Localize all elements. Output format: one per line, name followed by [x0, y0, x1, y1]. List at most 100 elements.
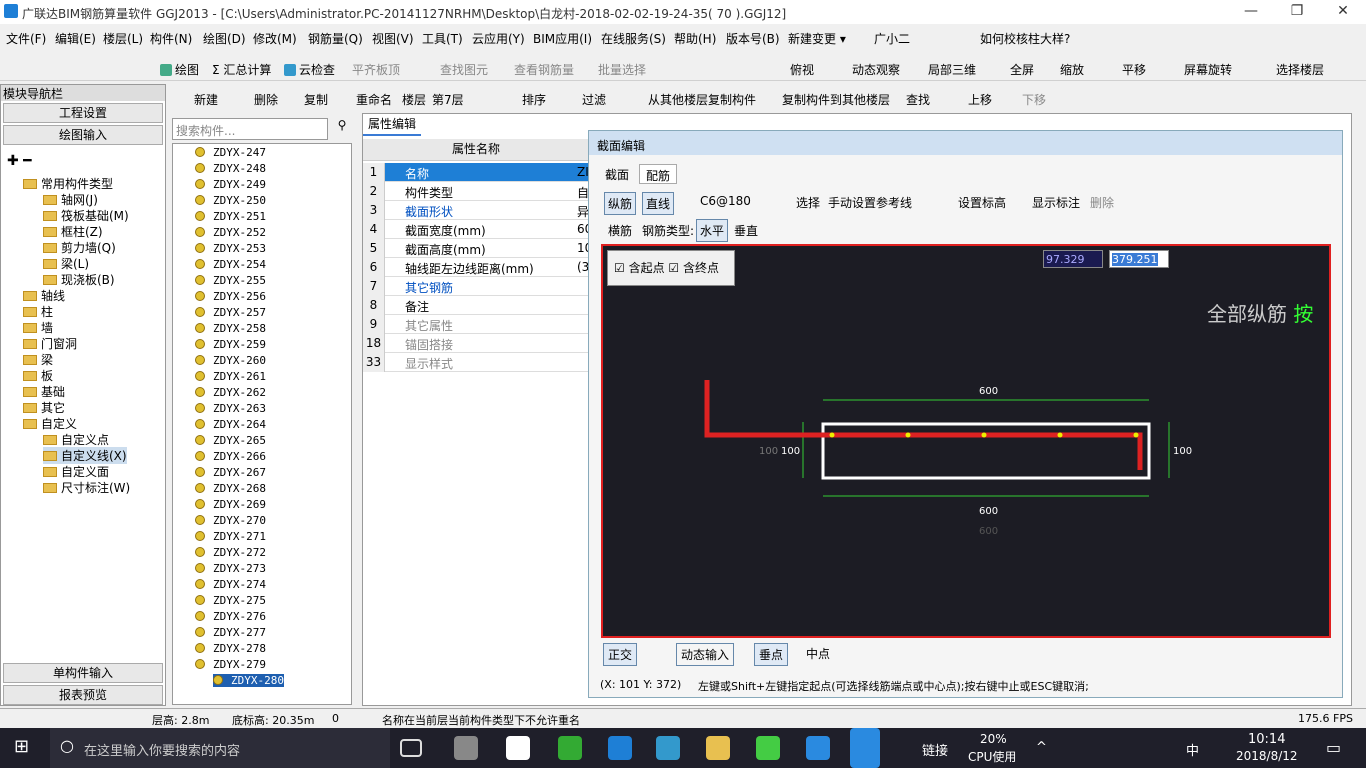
- level-slab-button[interactable]: 平齐板顶: [352, 61, 400, 78]
- menu-item[interactable]: 版本号(B): [726, 30, 780, 47]
- set-elevation-button[interactable]: 设置标高: [958, 194, 1006, 211]
- component-list-item[interactable]: ZDYX-251: [195, 210, 266, 223]
- zoom-button[interactable]: 缩放: [1060, 61, 1084, 78]
- component-list-item[interactable]: ZDYX-259: [195, 338, 266, 351]
- tree-item[interactable]: 梁: [23, 351, 53, 368]
- midpoint-button[interactable]: 中点: [806, 645, 830, 662]
- tree-item[interactable]: 墙: [23, 319, 53, 336]
- select-button[interactable]: 选择: [796, 194, 820, 211]
- property-row[interactable]: 9 其它属性: [363, 315, 589, 334]
- transverse-rebar-label[interactable]: 横筋: [608, 222, 632, 239]
- property-row[interactable]: 8 备注: [363, 296, 589, 315]
- show-marks-button[interactable]: 显示标注: [1032, 194, 1080, 211]
- longitudinal-rebar-button[interactable]: 纵筋: [604, 192, 637, 215]
- notification-icon[interactable]: ▭: [1326, 738, 1341, 757]
- taskbar-search[interactable]: ○ 在这里输入你要搜索的内容: [50, 728, 390, 768]
- menu-item[interactable]: 云应用(Y): [472, 30, 525, 47]
- property-row[interactable]: 7 其它钢筋: [363, 277, 589, 296]
- component-list-item[interactable]: ZDYX-268: [195, 482, 266, 495]
- component-list-item[interactable]: ZDYX-260: [195, 354, 266, 367]
- component-list-item[interactable]: ZDYX-280: [213, 674, 284, 687]
- menu-item[interactable]: 构件(N): [150, 30, 192, 47]
- file-explorer-icon[interactable]: [706, 736, 730, 760]
- edge-icon[interactable]: [608, 736, 632, 760]
- component-list-item[interactable]: ZDYX-279: [195, 658, 266, 671]
- tree-item[interactable]: 常用构件类型: [23, 175, 113, 192]
- select-floor-button[interactable]: 选择楼层: [1276, 61, 1324, 78]
- pan-button[interactable]: 平移: [1122, 61, 1146, 78]
- single-input-button[interactable]: 单构件输入: [3, 663, 163, 683]
- view-rebar-button[interactable]: 查看钢筋量: [514, 61, 574, 78]
- component-list-item[interactable]: ZDYX-273: [195, 562, 266, 575]
- rename-button[interactable]: 重命名: [356, 91, 392, 108]
- tree-item[interactable]: 轴网(J): [43, 191, 98, 208]
- tree-item[interactable]: 自定义点: [43, 431, 109, 448]
- tab-rebar[interactable]: 配筋: [639, 164, 678, 184]
- qq-browser-icon[interactable]: [558, 736, 582, 760]
- menu-item[interactable]: 视图(V): [372, 30, 414, 47]
- sort-button[interactable]: 排序: [522, 91, 546, 108]
- find-element-button[interactable]: 查找图元: [440, 61, 488, 78]
- delete-button[interactable]: 删除: [254, 91, 278, 108]
- project-settings-button[interactable]: 工程设置: [3, 103, 163, 123]
- top-view-button[interactable]: 俯视: [790, 61, 814, 78]
- tree-item[interactable]: 基础: [23, 383, 65, 400]
- tree-item[interactable]: 现浇板(B): [43, 271, 115, 288]
- menu-help-link[interactable]: 如何校核柱大样?: [980, 30, 1070, 47]
- tree-item[interactable]: 自定义: [23, 415, 77, 432]
- find-button[interactable]: 查找: [906, 91, 930, 108]
- dialog-delete-button[interactable]: 删除: [1090, 194, 1114, 211]
- tree-item[interactable]: 尺寸标注(W): [43, 479, 130, 496]
- ortho-button[interactable]: 正交: [603, 643, 638, 666]
- component-list-item[interactable]: ZDYX-258: [195, 322, 266, 335]
- ie-edge-icon[interactable]: [506, 736, 530, 760]
- expand-collapse-icons[interactable]: ✚ ━: [7, 153, 32, 169]
- property-row[interactable]: 5 截面高度(mm) 10: [363, 239, 589, 258]
- component-list-item[interactable]: ZDYX-263: [195, 402, 266, 415]
- manual-ref-line-button[interactable]: 手动设置参考线: [828, 194, 912, 211]
- component-list-item[interactable]: ZDYX-267: [195, 466, 266, 479]
- property-row[interactable]: 18 锚固搭接: [363, 334, 589, 353]
- menu-item[interactable]: 修改(M): [253, 30, 297, 47]
- component-list-item[interactable]: ZDYX-278: [195, 642, 266, 655]
- copy-button[interactable]: 复制: [304, 91, 328, 108]
- property-row[interactable]: 1 名称 ZI: [363, 163, 589, 182]
- floor-select[interactable]: 第7层: [432, 91, 464, 108]
- cloud-check-button[interactable]: 云检查: [284, 61, 335, 78]
- tree-item[interactable]: 其它: [23, 399, 65, 416]
- component-list-item[interactable]: ZDYX-247: [195, 146, 266, 159]
- tree-item[interactable]: 梁(L): [43, 255, 89, 272]
- property-row[interactable]: 3 截面形状异: [363, 201, 589, 220]
- component-list-item[interactable]: ZDYX-248: [195, 162, 266, 175]
- link-label[interactable]: 链接: [922, 740, 948, 759]
- tab-section[interactable]: 截面: [599, 164, 635, 184]
- clock-time[interactable]: 10:14: [1248, 732, 1285, 747]
- move-up-button[interactable]: 上移: [968, 91, 992, 108]
- tab-property-edit[interactable]: 属性编辑: [363, 114, 421, 136]
- component-list-item[interactable]: ZDYX-270: [195, 514, 266, 527]
- component-list-item[interactable]: ZDYX-256: [195, 290, 266, 303]
- tree-item[interactable]: 轴线: [23, 287, 65, 304]
- minimize-button[interactable]: —: [1228, 0, 1274, 24]
- tray-chevron-icon[interactable]: ^: [1036, 740, 1047, 755]
- component-list-item[interactable]: ZDYX-264: [195, 418, 266, 431]
- copy-from-floor-button[interactable]: 从其他楼层复制构件: [648, 91, 756, 108]
- fullscreen-button[interactable]: 全屏: [1010, 61, 1034, 78]
- component-list-item[interactable]: ZDYX-254: [195, 258, 266, 271]
- property-row[interactable]: 2 构件类型自: [363, 182, 589, 201]
- task-view-icon[interactable]: [400, 739, 422, 757]
- tree-item[interactable]: 剪力墙(Q): [43, 239, 116, 256]
- fan-app-icon[interactable]: [454, 736, 478, 760]
- component-list-item[interactable]: ZDYX-253: [195, 242, 266, 255]
- tree-item[interactable]: 筏板基础(M): [43, 207, 129, 224]
- search-input[interactable]: 搜索构件...: [172, 118, 328, 140]
- menu-item[interactable]: 广小二: [874, 30, 910, 47]
- component-list-item[interactable]: ZDYX-266: [195, 450, 266, 463]
- local-3d-button[interactable]: 局部三维: [928, 61, 976, 78]
- dynamic-input-button[interactable]: 动态输入: [676, 643, 735, 666]
- drawing-canvas[interactable]: ☑ 含起点 ☑ 含终点 97.329 379.251 全部纵筋 按 600 60…: [601, 244, 1331, 638]
- component-list-item[interactable]: ZDYX-252: [195, 226, 266, 239]
- menu-item[interactable]: 在线服务(S): [601, 30, 666, 47]
- menu-item[interactable]: 编辑(E): [55, 30, 96, 47]
- menu-item[interactable]: 楼层(L): [103, 30, 143, 47]
